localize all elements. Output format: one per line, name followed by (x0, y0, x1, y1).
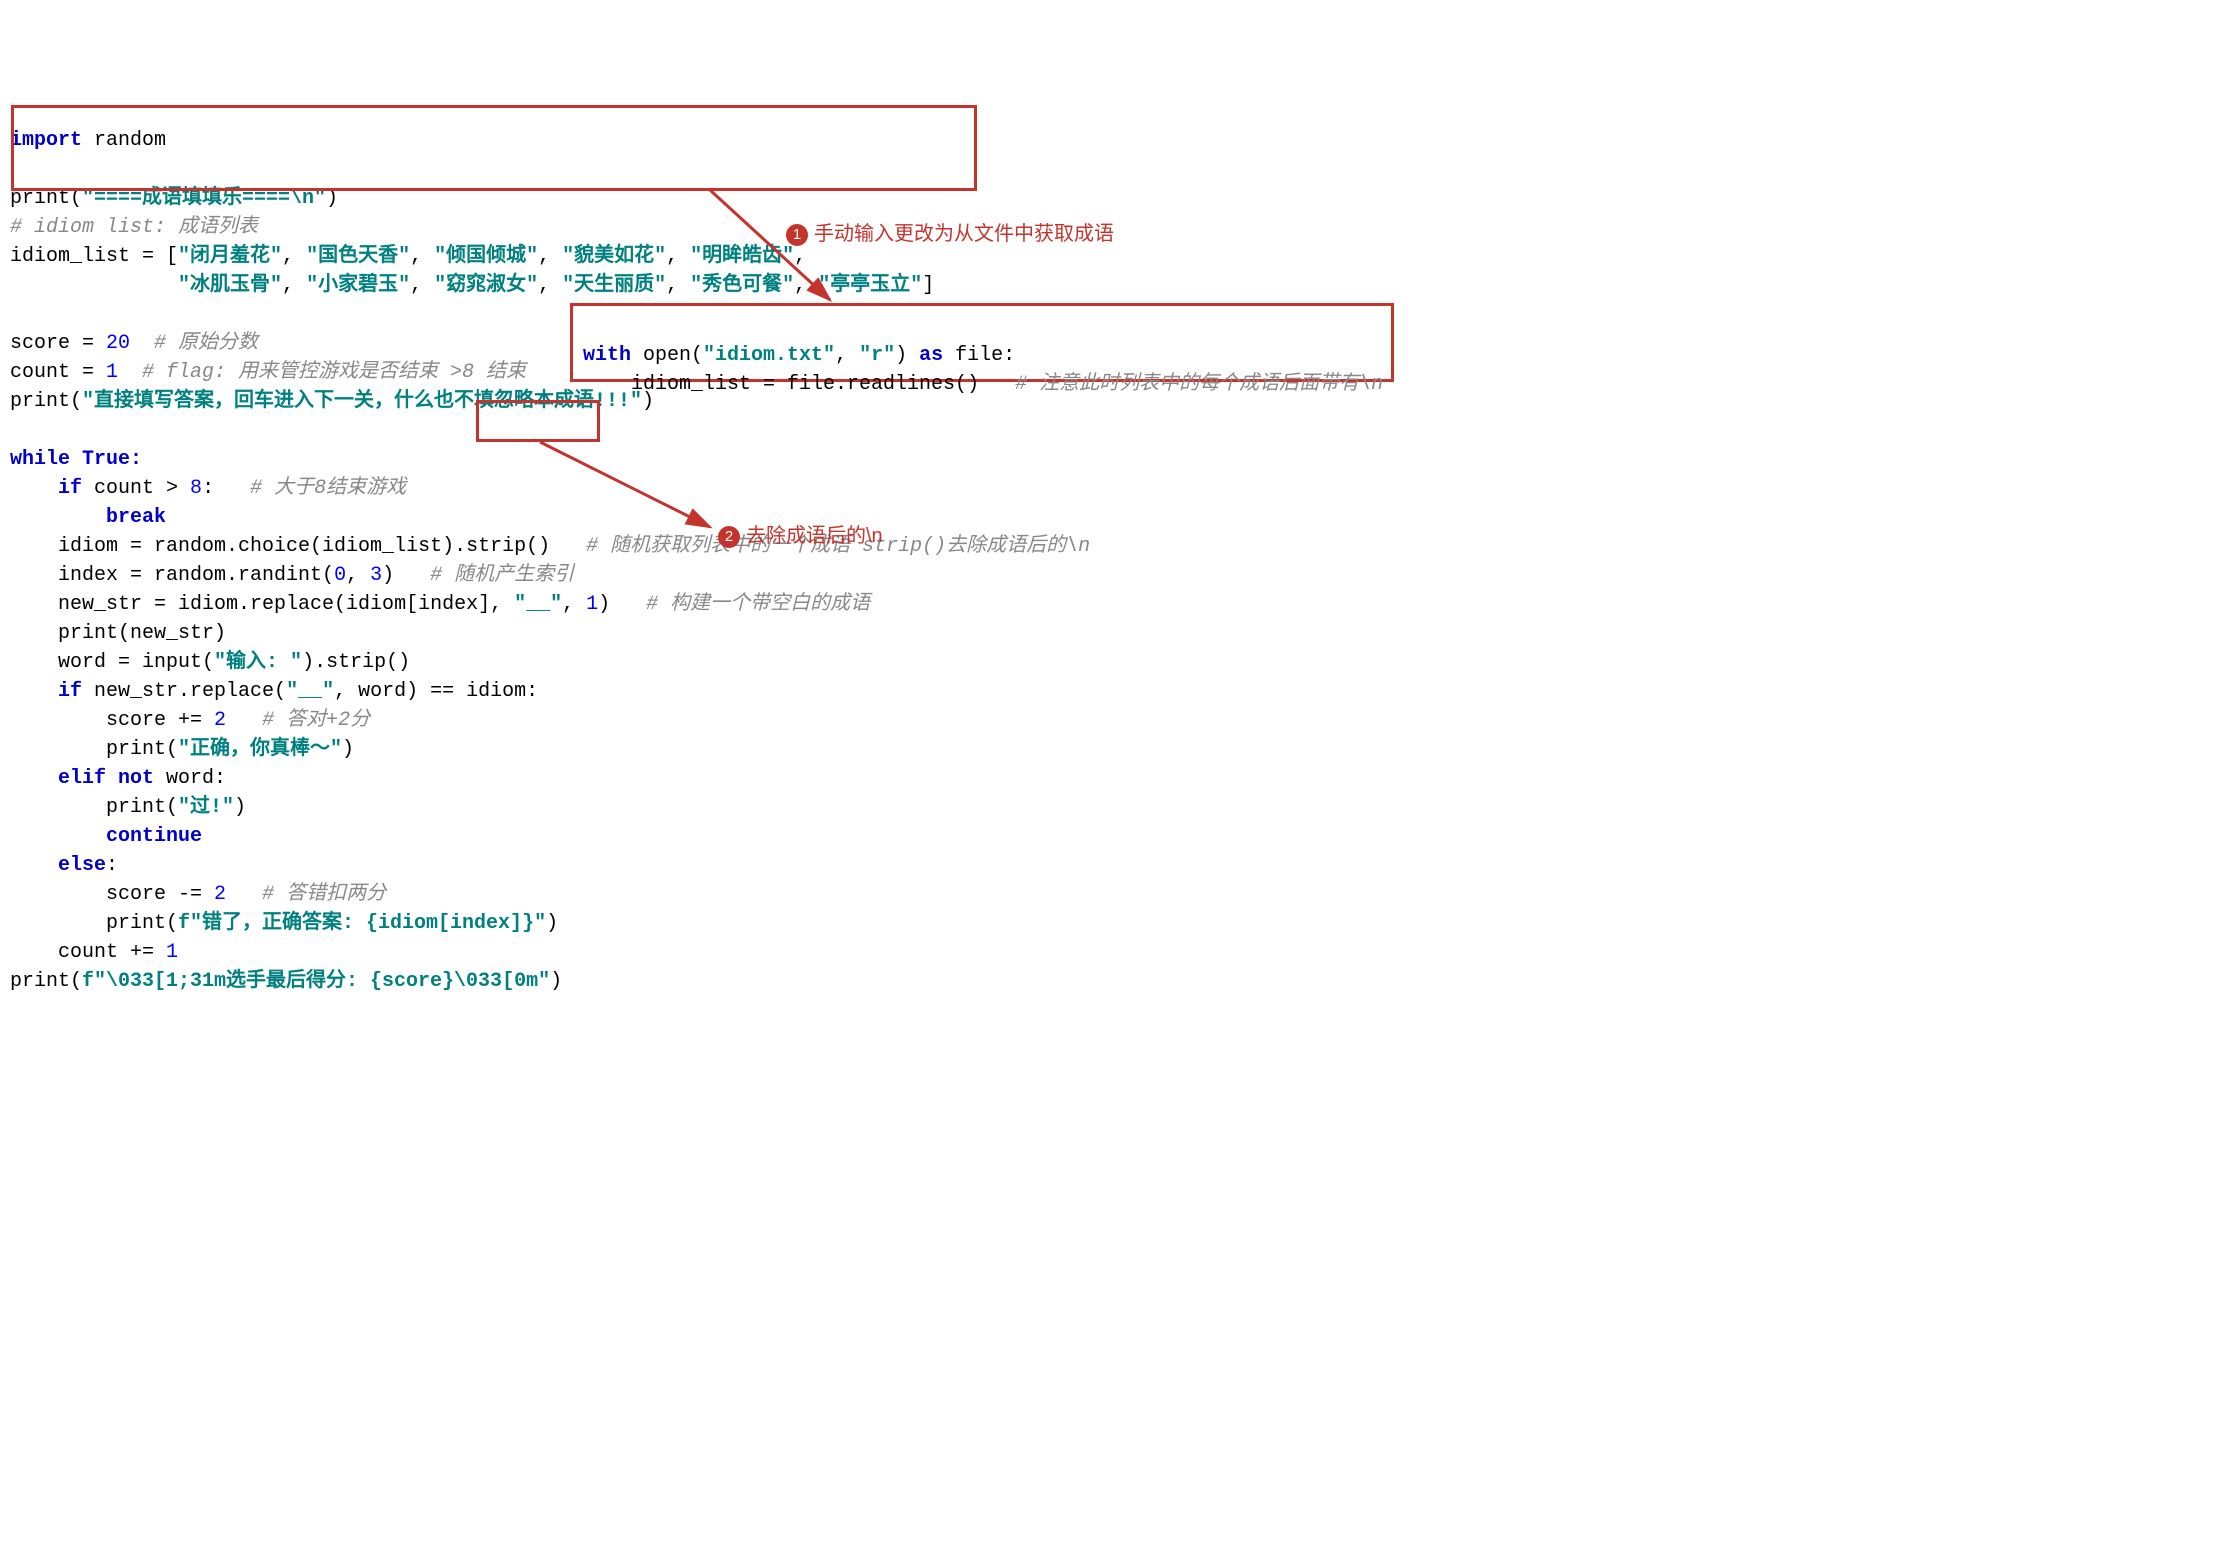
code-block: import random print("====成语填填乐====\n") #… (10, 126, 2212, 996)
keyword-import: import (10, 129, 82, 152)
annotation-text-2: 去除成语后的\n (746, 525, 883, 547)
annotation-text-1: 手动输入更改为从文件中获取成语 (814, 223, 1114, 245)
annotation-badge-1: 1 (786, 224, 808, 246)
fn-print: print( (10, 187, 82, 210)
comment-idiom-list: # idiom list: 成语列表 (10, 216, 258, 239)
string-title: "====成语填填乐====\n" (82, 187, 326, 210)
annotation-2: 2 去除成语后的\n (718, 522, 883, 551)
module-name: random (82, 129, 166, 152)
annotation-1: 1 手动输入更改为从文件中获取成语 (786, 220, 1114, 249)
annotation-badge-2: 2 (718, 526, 740, 548)
